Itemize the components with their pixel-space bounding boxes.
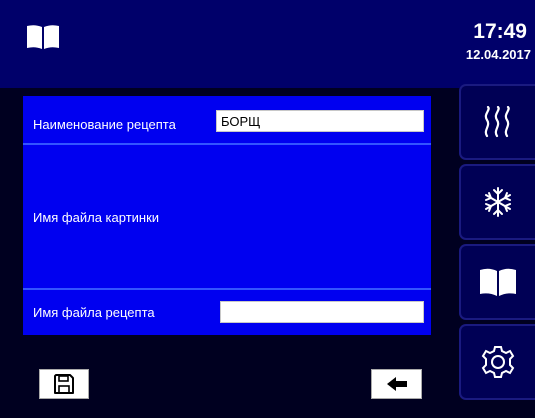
row-divider — [23, 288, 431, 290]
gear-icon — [481, 346, 515, 378]
clock-date: 12.04.2017 — [465, 47, 531, 62]
recipe-name-label: Наименование рецепта — [33, 117, 176, 132]
row-divider — [23, 143, 431, 145]
image-file-label: Имя файла картинки — [33, 210, 160, 225]
book-icon — [27, 25, 59, 49]
book-icon — [480, 268, 516, 296]
settings-button[interactable] — [459, 324, 535, 400]
recipe-name-input[interactable]: БОРЩ — [216, 110, 424, 132]
cooling-button[interactable] — [459, 164, 535, 240]
recipe-file-label: Имя файла рецепта — [33, 305, 155, 320]
recipe-form-panel: Наименование рецепта БОРЩ Имя файла карт… — [23, 96, 431, 335]
heat-icon — [484, 106, 510, 138]
top-bar: 17:49 12.04.2017 — [0, 0, 535, 88]
snowflake-icon — [485, 187, 511, 217]
clock-time: 17:49 — [473, 20, 527, 43]
save-icon — [54, 374, 74, 394]
save-button[interactable] — [39, 369, 89, 399]
recipe-book-button[interactable] — [459, 244, 535, 320]
back-button[interactable] — [371, 369, 422, 399]
recipe-file-input[interactable] — [220, 301, 424, 323]
arrow-left-icon — [386, 377, 407, 391]
heating-button[interactable] — [459, 84, 535, 160]
